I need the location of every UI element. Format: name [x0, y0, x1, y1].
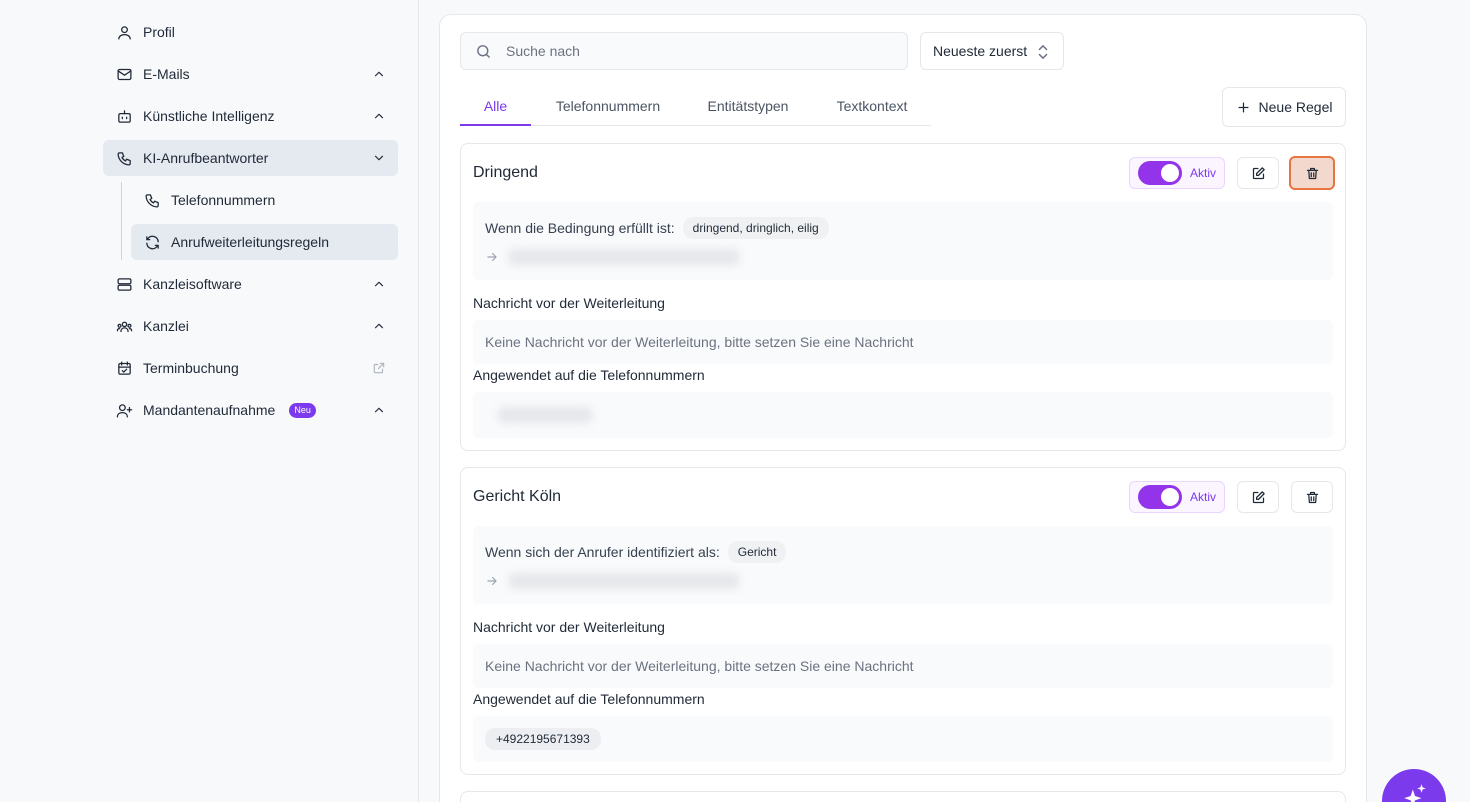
active-toggle[interactable]: [1138, 161, 1182, 185]
active-toggle-group[interactable]: Aktiv: [1129, 157, 1225, 189]
sidebar-item-kanzleisoftware[interactable]: Kanzleisoftware: [103, 266, 398, 302]
toggle-label: Aktiv: [1190, 490, 1217, 504]
sidebar-item-label: Profil: [143, 24, 175, 40]
sparkle-icon: [1404, 784, 1426, 802]
sidebar-item-label: Terminbuchung: [143, 360, 239, 376]
sidebar-item-label: KI-Anrufbeantworter: [143, 150, 269, 166]
redacted-phone: [497, 407, 593, 423]
sidebar-item-label: Mandantenaufnahme: [143, 402, 276, 418]
sidebar-item-label: Anrufweiterleitungsregeln: [171, 234, 329, 250]
user-plus-icon: [115, 401, 133, 419]
sidebar-item-kanzlei[interactable]: Kanzlei: [103, 308, 398, 344]
redacted-target: [509, 573, 739, 589]
search-input[interactable]: [506, 43, 886, 59]
chevron-up-icon: [372, 67, 386, 81]
condition-value: dringend, dringlich, eilig: [682, 217, 829, 239]
sidebar-item-label: Künstliche Intelligenz: [143, 108, 275, 124]
tab-textkontext[interactable]: Textkontext: [828, 88, 916, 126]
sidebar-item-mandantenaufnahme[interactable]: Mandantenaufnahme Neu: [103, 392, 398, 428]
active-toggle[interactable]: [1138, 485, 1182, 509]
tab-bar: Alle Telefonnummern Entitätstypen Textko…: [460, 88, 931, 126]
delete-button[interactable]: [1291, 481, 1333, 513]
user-icon: [115, 23, 133, 41]
new-rule-label: Neue Regel: [1258, 99, 1333, 115]
plus-icon: [1238, 102, 1249, 112]
tab-telefonnummern[interactable]: Telefonnummern: [547, 88, 669, 126]
sidebar-item-label: Telefonnummern: [171, 192, 276, 208]
message-label: Nachricht vor der Weiterleitung: [473, 619, 665, 635]
chevron-down-icon: [372, 151, 386, 165]
edit-button[interactable]: [1237, 481, 1279, 513]
sidebar-item-anrufweiterleitungsregeln[interactable]: Anrufweiterleitungsregeln: [131, 224, 398, 260]
phone-icon: [115, 149, 133, 167]
message-box: Keine Nachricht vor der Weiterleitung, b…: [473, 320, 1333, 364]
phone-number-pill: +4922195671393: [485, 728, 601, 750]
users-icon: [115, 317, 133, 335]
sidebar-item-ki[interactable]: Künstliche Intelligenz: [103, 98, 398, 134]
phone-icon: [143, 191, 161, 209]
chevron-up-icon: [372, 319, 386, 333]
applied-label: Angewendet auf die Telefonnummern: [473, 367, 705, 383]
sidebar-item-emails[interactable]: E-Mails: [103, 56, 398, 92]
condition-row: Wenn die Bedingung erfüllt ist: dringend…: [485, 217, 829, 239]
sidebar-item-terminbuchung[interactable]: Terminbuchung: [103, 350, 398, 386]
sort-select[interactable]: Neueste zuerst: [920, 32, 1064, 70]
rule-title: Gericht Köln: [473, 488, 562, 505]
refresh-icon: [143, 233, 161, 251]
mail-icon: [115, 65, 133, 83]
new-badge: Neu: [289, 402, 316, 418]
redacted-target: [509, 249, 739, 265]
trash-icon: [1306, 491, 1318, 503]
chevron-up-icon: [372, 277, 386, 291]
sidebar-item-label: Kanzleisoftware: [143, 276, 242, 292]
bot-icon: [115, 107, 133, 125]
tab-alle[interactable]: Alle: [460, 88, 531, 126]
arrow-right-icon: [485, 250, 499, 264]
condition-box: Wenn sich der Anrufer identifiziert als:…: [473, 526, 1333, 604]
rule-card: [460, 791, 1346, 802]
chevron-up-down-icon: [1038, 45, 1048, 59]
sidebar: Profil E-Mails Künstliche Intelligenz KI…: [0, 0, 419, 802]
edit-icon: [1252, 490, 1265, 503]
toggle-label: Aktiv: [1190, 166, 1217, 180]
condition-box: Wenn die Bedingung erfüllt ist: dringend…: [473, 202, 1333, 280]
delete-button[interactable]: [1289, 156, 1335, 190]
condition-label: Wenn sich der Anrufer identifiziert als:: [485, 544, 720, 560]
search-box[interactable]: [460, 32, 908, 70]
phone-box: [473, 392, 1333, 438]
condition-row: Wenn sich der Anrufer identifiziert als:…: [485, 541, 787, 563]
external-link-icon: [372, 361, 386, 375]
arrow-right-icon: [485, 574, 499, 588]
edit-button[interactable]: [1237, 157, 1279, 189]
rule-card: Gericht Köln Aktiv Wenn sich der Anrufer…: [460, 467, 1346, 775]
condition-value: Gericht: [727, 541, 787, 563]
assistant-fab-button[interactable]: [1382, 769, 1446, 802]
calendar-check-icon: [115, 359, 133, 377]
sidebar-item-telefonnummern[interactable]: Telefonnummern: [131, 182, 398, 218]
edit-icon: [1252, 166, 1265, 179]
search-icon: [477, 44, 490, 58]
sort-label: Neueste zuerst: [933, 43, 1028, 59]
chevron-up-icon: [372, 403, 386, 417]
chevron-up-icon: [372, 109, 386, 123]
sidebar-item-label: E-Mails: [143, 66, 190, 82]
message-box: Keine Nachricht vor der Weiterleitung, b…: [473, 644, 1333, 688]
phone-box: +4922195671393: [473, 716, 1333, 762]
sidebar-item-ki-anrufbeantworter[interactable]: KI-Anrufbeantworter: [103, 140, 398, 176]
new-rule-button[interactable]: Neue Regel: [1222, 87, 1346, 127]
submenu-line: [121, 182, 122, 260]
active-toggle-group[interactable]: Aktiv: [1129, 481, 1225, 513]
sidebar-item-profil[interactable]: Profil: [103, 14, 398, 50]
tab-entitaetstypen[interactable]: Entitätstypen: [699, 88, 797, 126]
rule-card: Dringend Aktiv Wenn die Bedingung erfüll…: [460, 143, 1346, 451]
sidebar-item-label: Kanzlei: [143, 318, 189, 334]
applied-label: Angewendet auf die Telefonnummern: [473, 691, 705, 707]
trash-icon: [1306, 167, 1318, 179]
message-label: Nachricht vor der Weiterleitung: [473, 295, 665, 311]
condition-label: Wenn die Bedingung erfüllt ist:: [485, 220, 675, 236]
server-icon: [115, 275, 133, 293]
rule-title: Dringend: [473, 164, 538, 181]
